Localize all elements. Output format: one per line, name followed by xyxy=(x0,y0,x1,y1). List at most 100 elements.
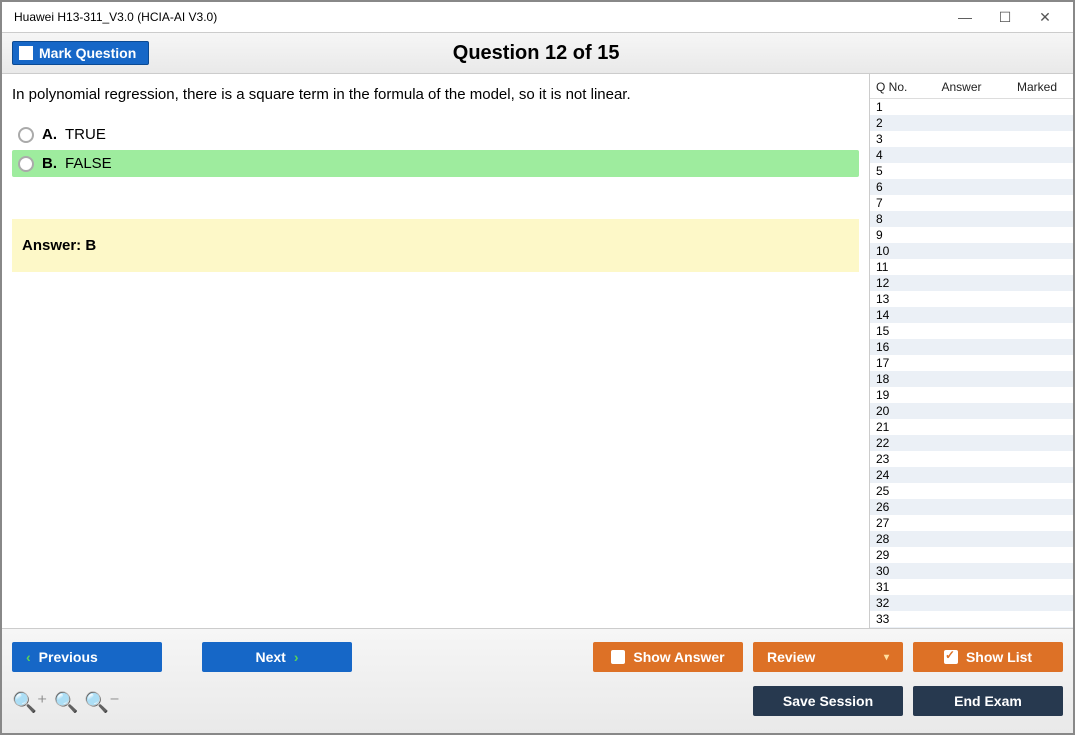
question-list[interactable]: 1234567891011121314151617181920212223242… xyxy=(870,99,1073,628)
list-item[interactable]: 30 xyxy=(870,563,1073,579)
list-item[interactable]: 2 xyxy=(870,115,1073,131)
list-item[interactable]: 6 xyxy=(870,179,1073,195)
list-item[interactable]: 17 xyxy=(870,355,1073,371)
zoom-in-icon[interactable]: 🔍⁺ xyxy=(12,693,47,713)
answer-box: Answer: B xyxy=(12,219,859,272)
list-item-qno: 11 xyxy=(876,260,916,274)
header: Mark Question Question 12 of 15 xyxy=(2,32,1073,74)
list-item-qno: 10 xyxy=(876,244,916,258)
list-item[interactable]: 15 xyxy=(870,323,1073,339)
list-item-qno: 33 xyxy=(876,612,916,626)
list-item-qno: 7 xyxy=(876,196,916,210)
list-item[interactable]: 22 xyxy=(870,435,1073,451)
list-item[interactable]: 32 xyxy=(870,595,1073,611)
list-item[interactable]: 9 xyxy=(870,227,1073,243)
next-button[interactable]: Next › xyxy=(202,642,352,672)
option-letter: A. xyxy=(42,126,57,143)
list-item-qno: 6 xyxy=(876,180,916,194)
show-answer-button[interactable]: Show Answer xyxy=(593,642,743,672)
zoom-out-icon[interactable]: 🔍⁻ xyxy=(84,693,119,713)
list-item[interactable]: 28 xyxy=(870,531,1073,547)
list-item[interactable]: 21 xyxy=(870,419,1073,435)
list-item-qno: 25 xyxy=(876,484,916,498)
list-item-qno: 14 xyxy=(876,308,916,322)
question-text: In polynomial regression, there is a squ… xyxy=(12,86,859,103)
list-item[interactable]: 20 xyxy=(870,403,1073,419)
list-item-qno: 21 xyxy=(876,420,916,434)
option-b[interactable]: B. FALSE xyxy=(12,150,859,177)
show-list-button[interactable]: Show List xyxy=(913,642,1063,672)
title-bar: Huawei H13-311_V3.0 (HCIA-AI V3.0) — ☐ ✕ xyxy=(2,2,1073,32)
list-item[interactable]: 14 xyxy=(870,307,1073,323)
list-item-qno: 1 xyxy=(876,100,916,114)
list-item[interactable]: 12 xyxy=(870,275,1073,291)
zoom-reset-icon[interactable]: 🔍 xyxy=(53,693,78,713)
radio-icon xyxy=(18,156,34,172)
review-button[interactable]: Review ▾ xyxy=(753,642,903,672)
option-letter: B. xyxy=(42,155,57,172)
option-a[interactable]: A. TRUE xyxy=(12,121,859,148)
list-item[interactable]: 33 xyxy=(870,611,1073,627)
list-item[interactable]: 24 xyxy=(870,467,1073,483)
list-item[interactable]: 13 xyxy=(870,291,1073,307)
footer: ‹ Previous Next › Show Answer Review ▾ S… xyxy=(2,628,1073,733)
end-exam-label: End Exam xyxy=(954,693,1022,709)
close-icon[interactable]: ✕ xyxy=(1025,2,1065,32)
minimize-icon[interactable]: — xyxy=(945,2,985,32)
list-item[interactable]: 27 xyxy=(870,515,1073,531)
list-item[interactable]: 29 xyxy=(870,547,1073,563)
col-answer: Answer xyxy=(916,80,1007,94)
list-item-qno: 32 xyxy=(876,596,916,610)
list-item[interactable]: 23 xyxy=(870,451,1073,467)
list-item[interactable]: 16 xyxy=(870,339,1073,355)
save-session-label: Save Session xyxy=(783,693,873,709)
list-item[interactable]: 4 xyxy=(870,147,1073,163)
footer-row-2: 🔍⁺ 🔍 🔍⁻ Save Session End Exam xyxy=(12,683,1063,719)
list-item-qno: 29 xyxy=(876,548,916,562)
list-item[interactable]: 11 xyxy=(870,259,1073,275)
body: In polynomial regression, there is a squ… xyxy=(2,74,1073,628)
next-label: Next xyxy=(255,649,285,665)
question-counter: Question 12 of 15 xyxy=(149,42,923,65)
list-item-qno: 16 xyxy=(876,340,916,354)
list-item-qno: 8 xyxy=(876,212,916,226)
list-item[interactable]: 5 xyxy=(870,163,1073,179)
mark-question-label: Mark Question xyxy=(39,45,136,61)
end-exam-button[interactable]: End Exam xyxy=(913,686,1063,716)
list-item-qno: 12 xyxy=(876,276,916,290)
list-item-qno: 18 xyxy=(876,372,916,386)
list-item[interactable]: 26 xyxy=(870,499,1073,515)
list-item-qno: 9 xyxy=(876,228,916,242)
list-item[interactable]: 7 xyxy=(870,195,1073,211)
answer-label: Answer: B xyxy=(22,237,96,254)
list-item-qno: 27 xyxy=(876,516,916,530)
question-list-header: Q No. Answer Marked xyxy=(870,74,1073,99)
list-item-qno: 23 xyxy=(876,452,916,466)
list-item[interactable]: 3 xyxy=(870,131,1073,147)
option-label: TRUE xyxy=(65,126,106,143)
list-item-qno: 13 xyxy=(876,292,916,306)
list-item[interactable]: 18 xyxy=(870,371,1073,387)
window-title: Huawei H13-311_V3.0 (HCIA-AI V3.0) xyxy=(10,10,945,24)
radio-icon xyxy=(18,127,34,143)
col-qno: Q No. xyxy=(876,80,916,94)
list-item[interactable]: 25 xyxy=(870,483,1073,499)
question-panel: In polynomial regression, there is a squ… xyxy=(2,74,869,628)
list-item[interactable]: 8 xyxy=(870,211,1073,227)
list-item[interactable]: 34 xyxy=(870,627,1073,628)
list-item[interactable]: 19 xyxy=(870,387,1073,403)
col-marked: Marked xyxy=(1007,80,1067,94)
list-item[interactable]: 31 xyxy=(870,579,1073,595)
list-item-qno: 30 xyxy=(876,564,916,578)
list-item-qno: 17 xyxy=(876,356,916,370)
save-session-button[interactable]: Save Session xyxy=(753,686,903,716)
checkbox-checked-icon xyxy=(944,650,958,664)
list-item[interactable]: 10 xyxy=(870,243,1073,259)
previous-button[interactable]: ‹ Previous xyxy=(12,642,162,672)
maximize-icon[interactable]: ☐ xyxy=(985,2,1025,32)
list-item-qno: 20 xyxy=(876,404,916,418)
list-item-qno: 15 xyxy=(876,324,916,338)
mark-question-button[interactable]: Mark Question xyxy=(12,41,149,65)
list-item-qno: 5 xyxy=(876,164,916,178)
list-item[interactable]: 1 xyxy=(870,99,1073,115)
